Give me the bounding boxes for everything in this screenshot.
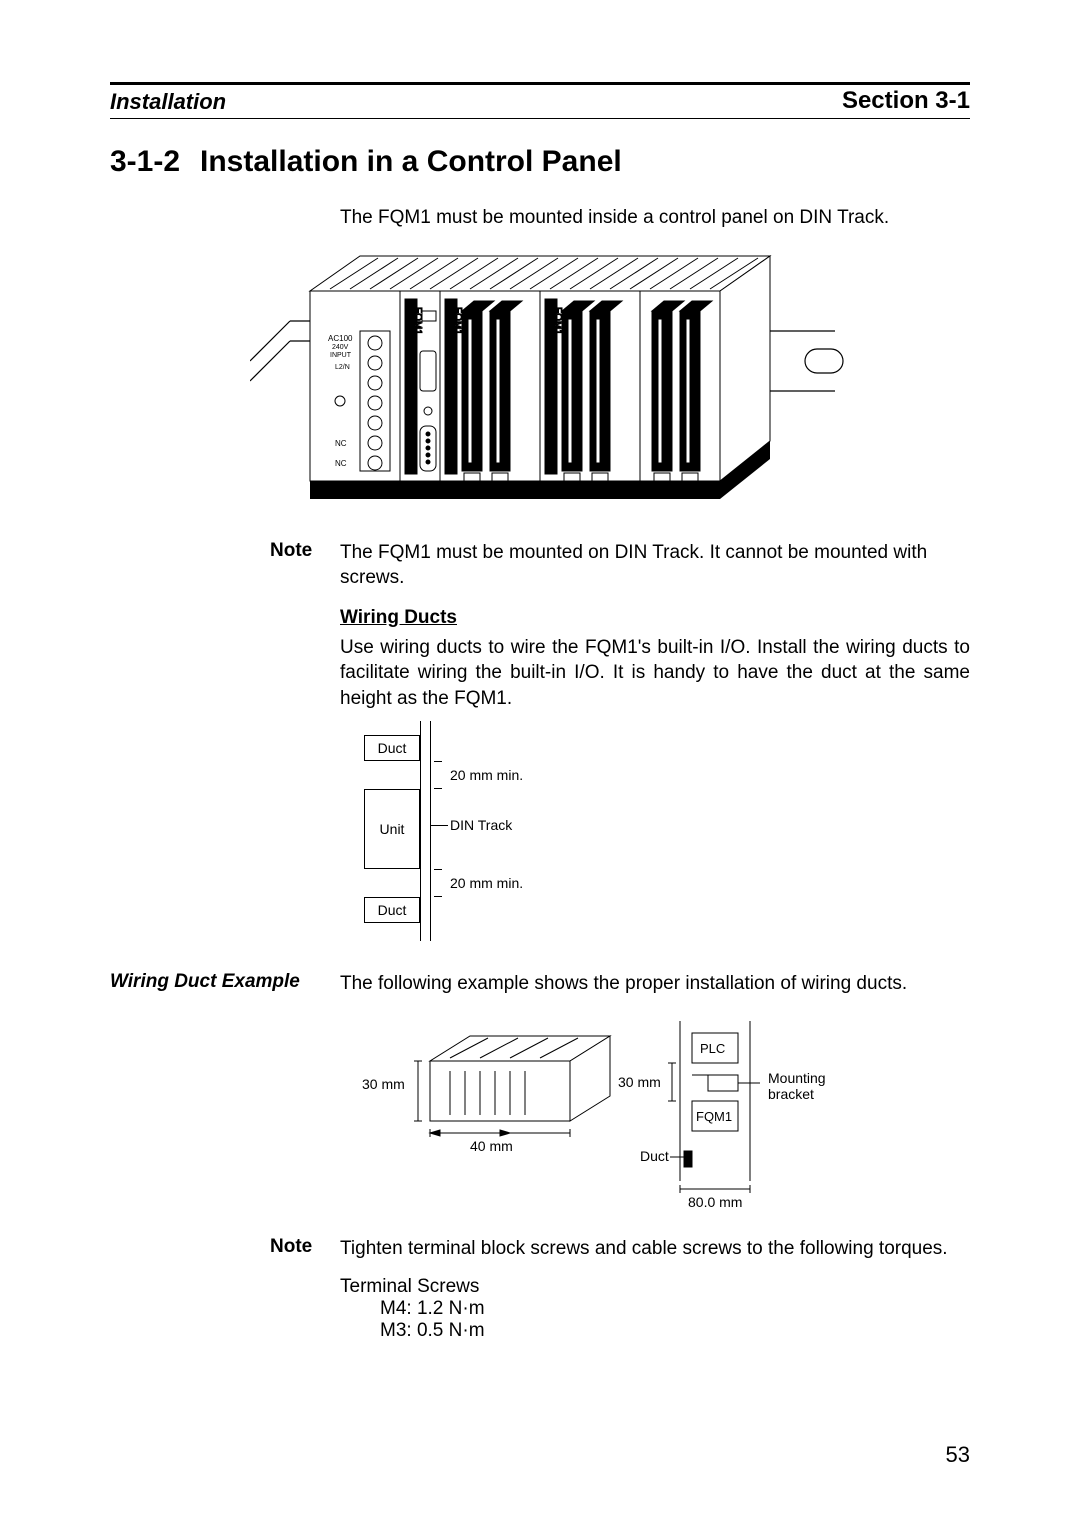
svg-text:NC: NC (335, 439, 347, 448)
svg-text:Duct: Duct (640, 1148, 669, 1164)
intro-paragraph: The FQM1 must be mounted inside a contro… (340, 205, 970, 231)
torque-title: Terminal Screws (340, 1276, 970, 1298)
wiring-example-text: The following example shows the proper i… (340, 971, 907, 997)
wiring-example-svg: 30 mm 40 mm PLC FQM1 Duct (340, 1011, 860, 1211)
svg-text:30 mm: 30 mm (618, 1074, 661, 1090)
wiring-ducts-body: Use wiring ducts to wire the FQM1's buil… (340, 635, 970, 712)
fig2-duct-top: Duct (364, 735, 420, 761)
wiring-example-row: Wiring Duct Example The following exampl… (110, 971, 970, 997)
svg-text:AC100: AC100 (328, 334, 353, 343)
page: Installation Section 3-1 3-1-2Installati… (0, 0, 1080, 1528)
note-1-text: The FQM1 must be mounted on DIN Track. I… (340, 540, 970, 591)
running-header-right: Section 3-1 (842, 87, 970, 115)
din-modules-svg: AC100 240V INPUT L2/N NC NC FQM1 (250, 241, 860, 521)
svg-text:Mountingbracket: Mountingbracket (768, 1070, 826, 1102)
svg-text:PLC: PLC (700, 1041, 725, 1056)
svg-text:30 mm: 30 mm (362, 1076, 405, 1092)
wiring-ducts-heading: Wiring Ducts (340, 605, 970, 631)
wiring-example-heading: Wiring Duct Example (110, 971, 340, 993)
note-2: Note Tighten terminal block screws and c… (270, 1236, 970, 1262)
svg-text:L2/N: L2/N (335, 364, 350, 371)
figure-din-modules: AC100 240V INPUT L2/N NC NC FQM1 (250, 241, 970, 526)
fig2-duct-bottom: Duct (364, 897, 420, 923)
svg-text:NC: NC (335, 459, 347, 468)
svg-text:FQM1: FQM1 (696, 1109, 732, 1124)
note-2-text: Tighten terminal block screws and cable … (340, 1236, 948, 1262)
fig2-axis-left (420, 721, 421, 941)
section-number: 3-1-2 (110, 145, 200, 179)
fig2-din-line (430, 825, 448, 826)
intro-text: The FQM1 must be mounted inside a contro… (340, 205, 970, 231)
fig2-din-label: DIN Track (450, 817, 512, 833)
torque-block: Terminal Screws M4: 1.2 N·m M3: 0.5 N·m (340, 1276, 970, 1342)
fig2-gap-bracket-top (434, 761, 442, 789)
section-title: Installation in a Control Panel (200, 145, 622, 178)
svg-text:40 mm: 40 mm (470, 1138, 513, 1154)
svg-text:240V: 240V (332, 344, 349, 351)
svg-text:FQM1: FQM1 (412, 307, 423, 335)
fig2-gap-label-bottom: 20 mm min. (450, 875, 523, 891)
running-header: Installation Section 3-1 (110, 82, 970, 119)
wiring-ducts-block: Wiring Ducts Use wiring ducts to wire th… (340, 605, 970, 712)
fig2-axis-right (430, 721, 431, 941)
svg-text:INPUT: INPUT (330, 352, 352, 359)
figure-duct-spacing: Duct Unit Duct 20 mm min. 20 mm min. DIN… (340, 721, 600, 941)
section-heading: 3-1-2Installation in a Control Panel (110, 145, 970, 179)
svg-text:80.0 mm: 80.0 mm (688, 1194, 742, 1210)
note-1-label: Note (270, 540, 340, 591)
torque-m4: M4: 1.2 N·m (380, 1298, 970, 1320)
torque-m3: M3: 0.5 N·m (380, 1320, 970, 1342)
note-2-label: Note (270, 1236, 340, 1262)
page-number: 53 (946, 1442, 970, 1468)
note-1: Note The FQM1 must be mounted on DIN Tra… (270, 540, 970, 591)
figure-wiring-example: 30 mm 40 mm PLC FQM1 Duct (340, 1011, 970, 1216)
fig2-unit: Unit (364, 789, 420, 869)
running-header-left: Installation (110, 89, 226, 115)
fig2-gap-bracket-bottom (434, 869, 442, 897)
fig2-gap-label-top: 20 mm min. (450, 767, 523, 783)
